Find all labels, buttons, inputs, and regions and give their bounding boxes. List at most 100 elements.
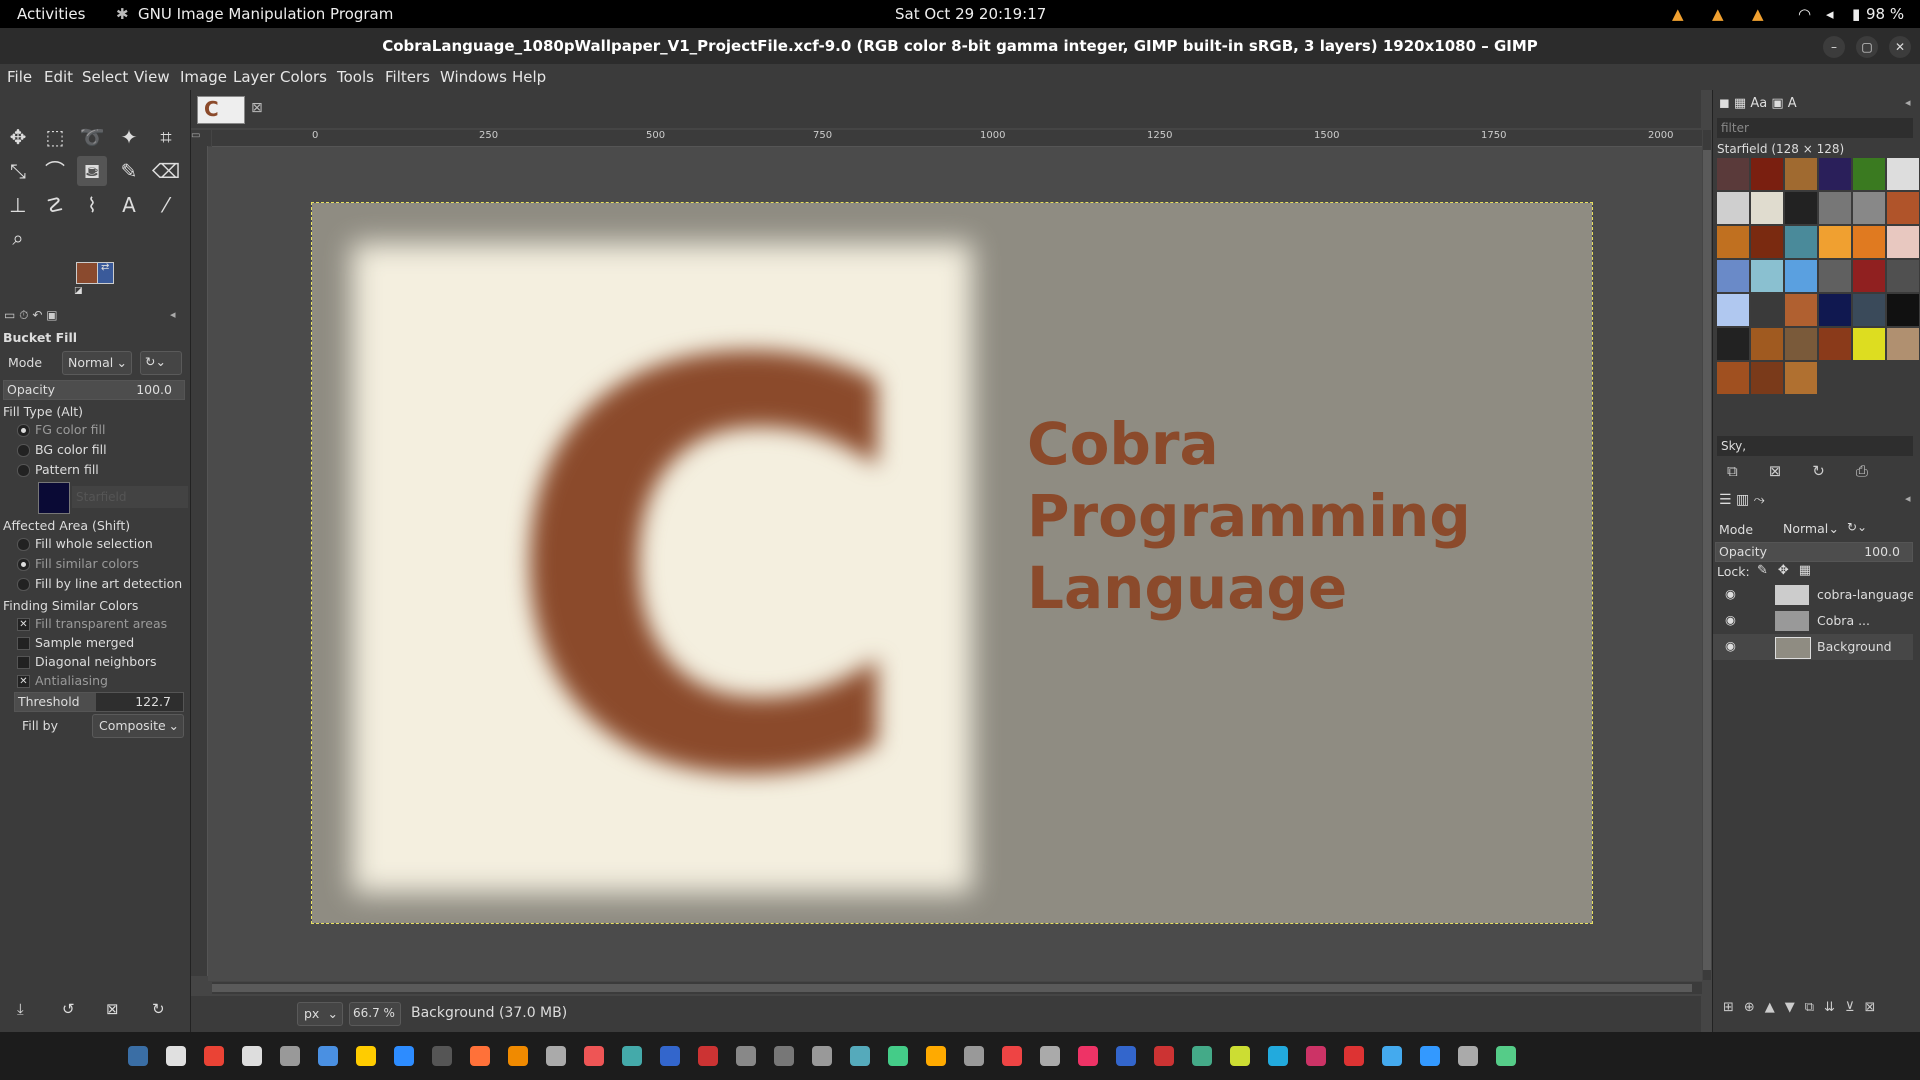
warning-icon[interactable]: ▲ <box>1672 5 1684 23</box>
dock-app-icon[interactable] <box>546 1046 566 1066</box>
pattern-swatch[interactable] <box>1785 328 1817 360</box>
fill-type-bg-label[interactable]: BG color fill <box>35 442 107 457</box>
fill-type-pattern-label[interactable]: Pattern fill <box>35 462 99 477</box>
pattern-swatch[interactable] <box>1717 328 1749 360</box>
layers-tab-icons[interactable]: ☰ ▥ ⤳ <box>1719 492 1765 508</box>
text-tool-icon[interactable]: A <box>114 190 144 220</box>
pattern-swatch[interactable] <box>1785 362 1817 394</box>
dock-app-icon[interactable] <box>204 1046 224 1066</box>
minimize-button[interactable]: – <box>1823 36 1845 58</box>
layer-mode-dropdown[interactable]: Normal ⌄ <box>1777 518 1839 540</box>
dock-app-icon[interactable] <box>812 1046 832 1066</box>
affected-radio-lineart[interactable] <box>17 578 30 591</box>
unit-dropdown[interactable]: px ⌄ <box>297 1002 343 1026</box>
dock-app-icon[interactable] <box>1344 1046 1364 1066</box>
layer-name[interactable]: cobra-language <box>1817 587 1913 602</box>
color-picker-icon[interactable]: ⁄ <box>151 190 181 220</box>
dock-app-icon[interactable] <box>1002 1046 1022 1066</box>
pattern-swatch[interactable] <box>1819 226 1851 258</box>
checkbox-sample-merged[interactable] <box>17 637 30 650</box>
pattern-swatch[interactable] <box>1785 192 1817 224</box>
battery-percent[interactable]: 98 % <box>1866 5 1904 23</box>
fuzzy-select-icon[interactable]: ✦ <box>114 122 144 152</box>
paths-tool-icon[interactable]: ⌇ <box>77 190 107 220</box>
pattern-swatch[interactable] <box>1887 328 1919 360</box>
panel-menu-icon[interactable]: ◂ <box>1905 96 1911 109</box>
affected-whole-label[interactable]: Fill whole selection <box>35 536 153 551</box>
pattern-swatch[interactable] <box>1751 294 1783 326</box>
dock-app-icon[interactable] <box>1154 1046 1174 1066</box>
layer-name[interactable]: Cobra ... <box>1817 613 1870 628</box>
pattern-swatch[interactable] <box>1717 192 1749 224</box>
horizontal-scrollbar[interactable] <box>212 982 1702 994</box>
dock-app-icon[interactable] <box>850 1046 870 1066</box>
dock-app-icon[interactable] <box>1382 1046 1402 1066</box>
activities-button[interactable]: Activities <box>17 5 85 23</box>
pattern-swatch[interactable] <box>1853 260 1885 292</box>
dock-app-icon[interactable] <box>1420 1046 1440 1066</box>
warp-tool-icon[interactable]: ⌒ <box>40 156 70 186</box>
checkbox-diagonal[interactable] <box>17 656 30 669</box>
pattern-swatch[interactable] <box>1853 294 1885 326</box>
tool-options-tab-icon[interactable]: ▭ ⏱ ↶ ▣ <box>4 308 58 323</box>
dock-app-icon[interactable] <box>1496 1046 1516 1066</box>
dock-app-icon[interactable] <box>242 1046 262 1066</box>
pattern-swatch[interactable] <box>1819 328 1851 360</box>
pattern-swatch[interactable] <box>1853 328 1885 360</box>
pattern-swatch[interactable] <box>1717 362 1749 394</box>
dock-app-icon[interactable] <box>394 1046 414 1066</box>
smudge-tool-icon[interactable]: ☡ <box>40 190 70 220</box>
crop-icon[interactable]: ⌗ <box>151 122 181 152</box>
layer-row[interactable]: ◉ Cobra ... <box>1713 608 1913 634</box>
pattern-swatch[interactable] <box>1887 158 1919 190</box>
pattern-swatch[interactable] <box>1751 158 1783 190</box>
menu-select[interactable]: Select <box>82 68 128 86</box>
dock-app-icon[interactable] <box>584 1046 604 1066</box>
layer-name[interactable]: Background <box>1817 639 1892 654</box>
ruler-corner[interactable]: ▭ <box>191 130 211 146</box>
pattern-tag-input[interactable]: Sky, <box>1717 436 1913 456</box>
pattern-swatch[interactable] <box>1853 192 1885 224</box>
dock-app-icon[interactable] <box>318 1046 338 1066</box>
pattern-swatch[interactable] <box>1887 294 1919 326</box>
pattern-swatch[interactable] <box>1819 158 1851 190</box>
menu-edit[interactable]: Edit <box>44 68 73 86</box>
dock-app-icon[interactable] <box>1230 1046 1250 1066</box>
pattern-actions[interactable]: ⧉⊠↻⎙ <box>1727 462 1899 480</box>
zoom-dropdown[interactable]: 66.7 % <box>349 1002 401 1026</box>
brushes-tab-icons[interactable]: ◼ ▦ Aa ▣ A <box>1719 96 1797 111</box>
mode-reset-dropdown[interactable]: ↻⌄ <box>140 351 182 375</box>
menu-windows[interactable]: Windows <box>440 68 507 86</box>
sample-merged-label[interactable]: Sample merged <box>35 635 134 650</box>
wifi-icon[interactable]: ◠ <box>1798 5 1811 23</box>
dock-app-icon[interactable] <box>1458 1046 1478 1066</box>
menu-filters[interactable]: Filters <box>385 68 430 86</box>
pattern-filter-input[interactable]: filter <box>1717 118 1913 138</box>
volume-icon[interactable]: ◂ <box>1826 5 1834 23</box>
pattern-swatch[interactable] <box>1785 260 1817 292</box>
menu-view[interactable]: View <box>134 68 170 86</box>
panel-menu-icon[interactable]: ◂ <box>170 308 176 321</box>
menu-layer[interactable]: Layer <box>233 68 275 86</box>
swap-colors-icon[interactable]: ⇄ <box>101 262 109 273</box>
dock-app-icon[interactable] <box>1040 1046 1060 1066</box>
dock-app-icon[interactable] <box>432 1046 452 1066</box>
mode-dropdown[interactable]: Normal ⌄ <box>62 351 132 375</box>
pattern-swatch[interactable] <box>1751 328 1783 360</box>
clock[interactable]: Sat Oct 29 20:19:17 <box>895 5 1046 23</box>
pattern-swatch[interactable] <box>1785 158 1817 190</box>
vertical-ruler[interactable] <box>191 146 208 976</box>
fill-type-radio-fg[interactable] <box>17 424 30 437</box>
antialiasing-label[interactable]: Antialiasing <box>35 673 108 688</box>
fill-type-radio-bg[interactable] <box>17 444 30 457</box>
vertical-scrollbar[interactable] <box>1703 130 1711 980</box>
checkbox-antialiasing[interactable]: ✕ <box>17 675 30 688</box>
dock-app-icon[interactable] <box>1116 1046 1136 1066</box>
pattern-preview[interactable] <box>38 482 70 514</box>
bucket-fill-icon[interactable]: ⛾ <box>77 156 107 186</box>
affected-lineart-label[interactable]: Fill by line art detection <box>35 576 182 591</box>
reset-icon[interactable]: ↻⌄ <box>1847 520 1867 534</box>
pattern-swatch[interactable] <box>1717 260 1749 292</box>
pattern-swatch[interactable] <box>1887 192 1919 224</box>
lasso-icon[interactable]: ➰ <box>77 122 107 152</box>
